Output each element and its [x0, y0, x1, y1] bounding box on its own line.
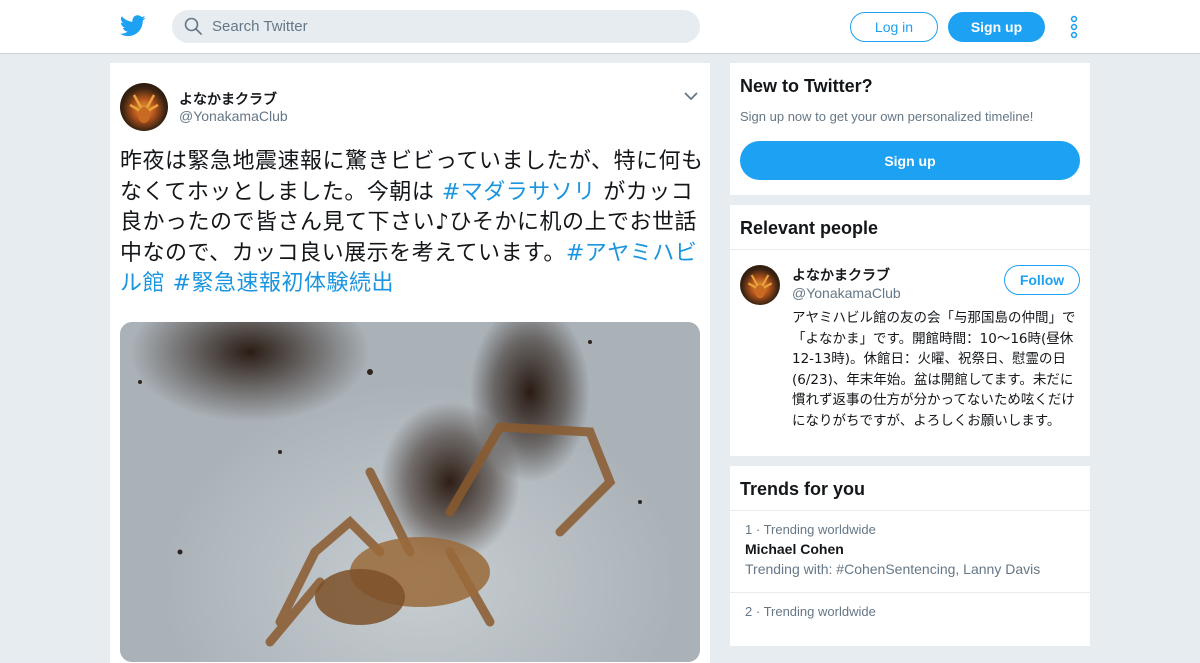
person-bio: アヤミハビル館の友の会「与那国島の仲間」で「よなかま」です。開館時間：10～16…: [792, 310, 1076, 429]
trend-item[interactable]: 1 · Trending worldwide Michael Cohen Tre…: [745, 522, 1040, 577]
chevron-down-icon[interactable]: [684, 91, 698, 101]
hashtag-link[interactable]: #マダラサソリ: [442, 180, 596, 205]
trend-meta: 1 · Trending worldwide: [745, 522, 876, 537]
scorpion-avatar-icon: [747, 274, 773, 299]
scorpion-avatar-icon: [129, 94, 159, 123]
twitter-bird-icon[interactable]: [120, 14, 146, 38]
signup-button[interactable]: Sign up: [948, 12, 1045, 42]
tweet-text-segment: [165, 271, 173, 296]
relevant-people-card: Relevant people よなかまクラブ @YonakamaClub Fo…: [730, 205, 1090, 456]
new-to-twitter-title: New to Twitter?: [740, 76, 873, 96]
person-handle[interactable]: @YonakamaClub: [792, 285, 901, 301]
trend-meta: 2 · Trending worldwide: [745, 604, 876, 619]
relevant-people-title: Relevant people: [740, 218, 879, 238]
divider: [730, 510, 1090, 511]
hashtag-link[interactable]: #緊急速報初体験続出: [173, 271, 394, 296]
divider: [730, 592, 1090, 593]
tweet-card: よなかまクラブ @YonakamaClub 昨夜は緊急地震速報に驚きビビっていま…: [110, 63, 710, 663]
follow-button[interactable]: Follow: [1004, 265, 1080, 295]
trends-card: Trends for you 1 · Trending worldwide Mi…: [730, 466, 1090, 646]
trend-name[interactable]: Michael Cohen: [745, 541, 1040, 557]
sidebar-signup-button[interactable]: Sign up: [740, 141, 1080, 180]
search-icon: [184, 17, 202, 35]
author-handle[interactable]: @YonakamaClub: [179, 108, 288, 124]
scorpion-photo-icon: [138, 340, 642, 647]
search-input[interactable]: [172, 10, 700, 43]
divider: [730, 249, 1090, 250]
trend-related: Trending with: #CohenSentencing, Lanny D…: [745, 561, 1041, 577]
trends-title: Trends for you: [740, 479, 866, 499]
tweet-text: 昨夜は緊急地震速報に驚きビビっていましたが、特に何もなくてホッとしました。今朝は…: [120, 147, 710, 300]
top-navigation-bar: Log in Sign up: [0, 0, 1200, 54]
person-name[interactable]: よなかまクラブ: [792, 265, 890, 285]
author-avatar[interactable]: [120, 83, 168, 131]
tweet-photo[interactable]: [120, 322, 700, 662]
more-options-icon[interactable]: [1068, 15, 1080, 39]
login-button[interactable]: Log in: [850, 12, 938, 42]
new-to-twitter-subtitle: Sign up now to get your own personalized…: [740, 109, 1034, 124]
person-avatar[interactable]: [740, 265, 780, 305]
author-name[interactable]: よなかまクラブ: [179, 89, 277, 109]
trend-item[interactable]: 2 · Trending worldwide: [745, 604, 876, 619]
new-to-twitter-card: New to Twitter? Sign up now to get your …: [730, 63, 1090, 195]
